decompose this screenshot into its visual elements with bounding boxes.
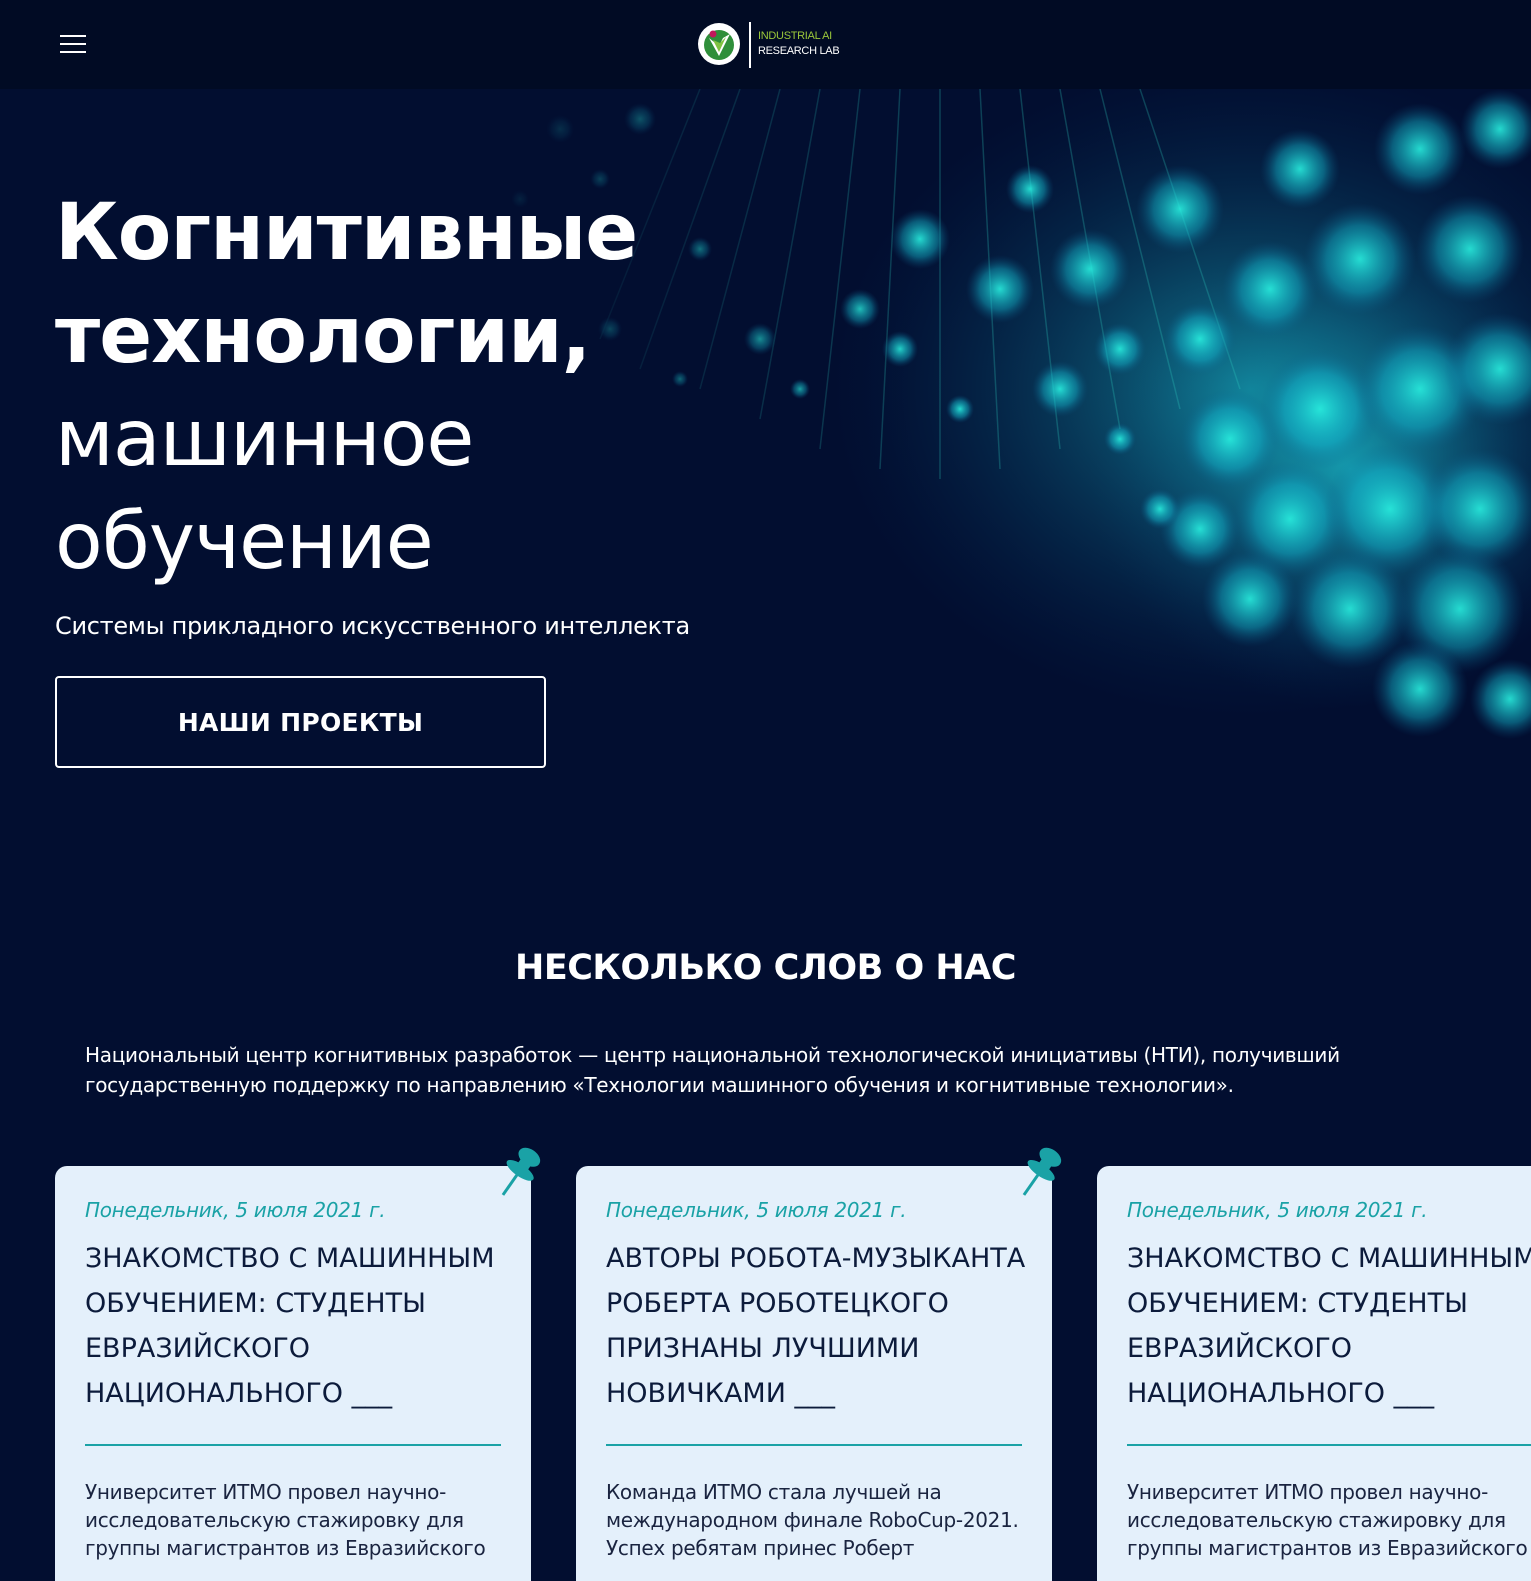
about-text: Национальный центр когнитивных разработо… — [85, 1043, 1340, 1097]
news-card[interactable]: Понедельник, 5 июля 2021 г. ЗНАКОМСТВО С… — [55, 1166, 531, 1581]
hero-title-line-2: технологии, — [55, 291, 591, 381]
site-logo[interactable]: INDUSTRIAL AI RESEARCH LAB — [697, 20, 840, 68]
pin-icon — [501, 1147, 541, 1196]
news-excerpt: Команда ИТМО стала лучшей на международн… — [606, 1480, 1019, 1560]
our-projects-button[interactable]: НАШИ ПРОЕКТЫ — [55, 676, 546, 768]
logo-text-line-2: RESEARCH LAB — [758, 45, 840, 57]
news-card[interactable]: Понедельник, 5 июля 2021 г. ЗНАКОМСТВО С… — [1097, 1166, 1531, 1581]
news-divider — [85, 1444, 501, 1446]
top-bar: INDUSTRIAL AI RESEARCH LAB — [0, 0, 1531, 89]
hamburger-menu-icon[interactable] — [60, 33, 86, 55]
hero-subtitle: Системы прикладного искусственного интел… — [55, 612, 690, 640]
news-excerpt: Университет ИТМО провел научно-исследова… — [85, 1480, 486, 1560]
news-title[interactable]: АВТОРЫ РОБОТА-МУЗЫКАНТА РОБЕРТА РОБОТЕЦК… — [606, 1236, 1046, 1416]
hero-title-line-4: обучение — [55, 497, 434, 587]
about-heading: НЕСКОЛЬКО СЛОВ О НАС — [515, 948, 1016, 988]
logo-divider — [749, 22, 751, 68]
news-title[interactable]: ЗНАКОМСТВО С МАШИННЫМ ОБУЧЕНИЕМ: СТУДЕНТ… — [85, 1236, 525, 1416]
news-excerpt: Университет ИТМО провел научно-исследова… — [1127, 1480, 1528, 1560]
news-date: Понедельник, 5 июля 2021 г. — [85, 1198, 386, 1222]
logo-text-line-1: INDUSTRIAL AI — [758, 30, 832, 42]
news-date: Понедельник, 5 июля 2021 г. — [1127, 1198, 1428, 1222]
hero-title-line-3: машинное — [55, 394, 474, 484]
logo-emblem-icon — [698, 23, 740, 65]
hero-title: Когнитивные технологии, машинное обучени… — [55, 182, 955, 594]
pin-icon — [1022, 1147, 1062, 1196]
news-card[interactable]: Понедельник, 5 июля 2021 г. АВТОРЫ РОБОТ… — [576, 1166, 1052, 1581]
news-divider — [606, 1444, 1022, 1446]
news-title[interactable]: ЗНАКОМСТВО С МАШИННЫМ ОБУЧЕНИЕМ: СТУДЕНТ… — [1127, 1236, 1531, 1416]
hero-title-line-1: Когнитивные — [55, 188, 638, 278]
news-date: Понедельник, 5 июля 2021 г. — [606, 1198, 907, 1222]
news-divider — [1127, 1444, 1531, 1446]
